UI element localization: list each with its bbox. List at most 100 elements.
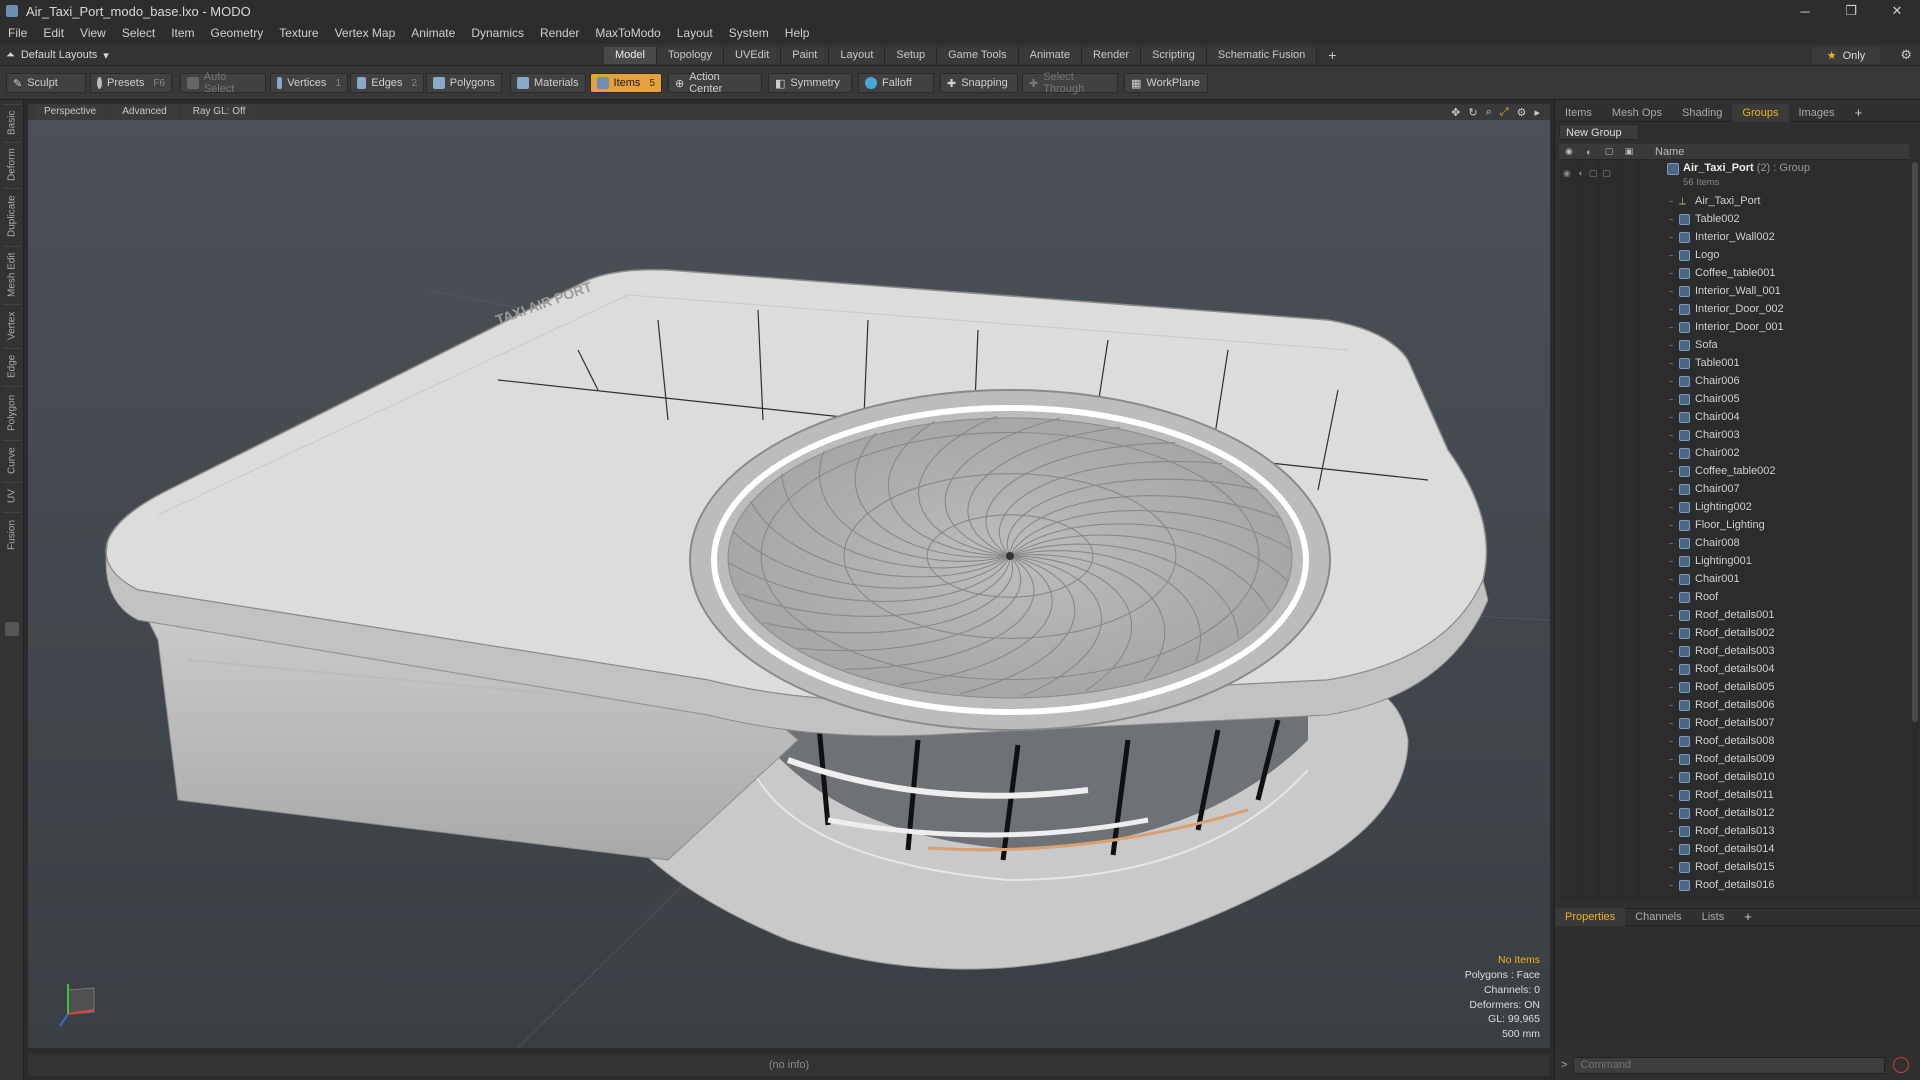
- symmetry-button[interactable]: ◧ Symmetry: [768, 73, 852, 93]
- list-item[interactable]: Roof_details010: [1559, 768, 1909, 786]
- list-item[interactable]: Roof_details001: [1559, 606, 1909, 624]
- rotate-view-icon[interactable]: ↻: [1468, 106, 1477, 119]
- add-tab-icon[interactable]: +: [1317, 47, 1347, 64]
- tab-channels[interactable]: Channels: [1625, 908, 1691, 926]
- list-item[interactable]: Interior_Door_002: [1559, 300, 1909, 318]
- scrollbar-thumb[interactable]: [1912, 162, 1918, 722]
- list-item[interactable]: Chair008: [1559, 534, 1909, 552]
- command-input[interactable]: [1573, 1056, 1886, 1074]
- auto-select-button[interactable]: Auto Select: [180, 71, 266, 95]
- maximize-view-icon[interactable]: ⤢: [1500, 106, 1509, 119]
- new-group-button[interactable]: New Group: [1559, 124, 1639, 140]
- list-item[interactable]: Roof: [1559, 588, 1909, 606]
- edges-button[interactable]: Edges 2: [350, 73, 424, 93]
- menu-system[interactable]: System: [721, 26, 777, 40]
- list-item[interactable]: Chair007: [1559, 480, 1909, 498]
- list-item[interactable]: Roof_details007: [1559, 714, 1909, 732]
- menu-select[interactable]: Select: [114, 26, 163, 40]
- list-item[interactable]: Interior_Wall002: [1559, 228, 1909, 246]
- layout-selector[interactable]: ⏶ Default Layouts ▾: [6, 47, 109, 63]
- list-item[interactable]: Roof_details012: [1559, 804, 1909, 822]
- raygl-button[interactable]: Ray GL: Off: [182, 105, 256, 119]
- tab-shading[interactable]: Shading: [1672, 104, 1732, 122]
- tab-layout[interactable]: Layout: [829, 47, 886, 64]
- list-item[interactable]: Roof_details009: [1559, 750, 1909, 768]
- list-item[interactable]: Roof_details013: [1559, 822, 1909, 840]
- tab-uvedit[interactable]: UVEdit: [724, 47, 782, 64]
- viewport-menu-arrow-icon[interactable]: ▸: [1534, 106, 1540, 119]
- vtab-deform[interactable]: Deform: [3, 142, 21, 186]
- list-item[interactable]: Roof_details006: [1559, 696, 1909, 714]
- list-item[interactable]: Lighting001: [1559, 552, 1909, 570]
- list-item[interactable]: Chair002: [1559, 444, 1909, 462]
- tab-render[interactable]: Render: [1081, 47, 1142, 64]
- list-item[interactable]: Chair005: [1559, 390, 1909, 408]
- list-item[interactable]: ⟂ Air_Taxi_Port: [1559, 192, 1909, 210]
- tab-topology[interactable]: Topology: [656, 47, 725, 64]
- list-item[interactable]: Coffee_table002: [1559, 462, 1909, 480]
- list-item[interactable]: Logo: [1559, 246, 1909, 264]
- tab-animate[interactable]: Animate: [1018, 47, 1082, 64]
- select-column-icon[interactable]: ▣: [1619, 146, 1639, 157]
- list-item[interactable]: Coffee_table001: [1559, 264, 1909, 282]
- zoom-view-icon[interactable]: ⌕: [1486, 106, 1492, 119]
- vtab-basic[interactable]: Basic: [3, 104, 21, 140]
- vtab-curve[interactable]: Curve: [3, 440, 21, 480]
- list-item[interactable]: Sofa: [1559, 336, 1909, 354]
- vtab-uv[interactable]: UV: [3, 482, 21, 510]
- list-item[interactable]: Roof_details015: [1559, 858, 1909, 876]
- layout-toggle-icon[interactable]: ⏶: [6, 49, 15, 62]
- add-tab-icon[interactable]: +: [1734, 908, 1762, 926]
- add-tab-icon[interactable]: +: [1845, 104, 1873, 122]
- items-button[interactable]: Items 5: [590, 73, 662, 93]
- viewport-gear-icon[interactable]: ⚙: [1517, 106, 1527, 119]
- tab-properties[interactable]: Properties: [1555, 908, 1626, 926]
- materials-button[interactable]: Materials: [510, 73, 586, 93]
- eye-column-icon[interactable]: ◉: [1559, 146, 1579, 157]
- vtab-duplicate[interactable]: Duplicate: [3, 188, 21, 244]
- list-item[interactable]: Roof_details014: [1559, 840, 1909, 858]
- menu-layout[interactable]: Layout: [669, 26, 721, 40]
- list-scrollbar[interactable]: [1911, 160, 1919, 901]
- gear-icon[interactable]: ⚙: [1900, 47, 1912, 63]
- list-item[interactable]: Table001: [1559, 354, 1909, 372]
- shading-mode-button[interactable]: Advanced: [112, 105, 177, 119]
- menu-dynamics[interactable]: Dynamics: [463, 26, 532, 40]
- tab-lists[interactable]: Lists: [1692, 908, 1735, 926]
- tab-items[interactable]: Items: [1555, 104, 1602, 122]
- name-column-header[interactable]: Name: [1655, 146, 1684, 158]
- list-item[interactable]: Roof_details008: [1559, 732, 1909, 750]
- group-row[interactable]: ◉ ◐ ▢ ▢ Air_Taxi_Port (2) : Group 56 Ite…: [1559, 160, 1909, 192]
- vertices-button[interactable]: Vertices 1: [270, 73, 348, 93]
- presets-button[interactable]: Presets F6: [90, 73, 172, 93]
- select-through-button[interactable]: ✚ Select Through: [1022, 71, 1118, 95]
- menu-file[interactable]: File: [0, 26, 35, 40]
- eye-icon[interactable]: ◉ ◐ ▢ ▢: [1563, 168, 1611, 179]
- 3d-viewport[interactable]: Perspective Advanced Ray GL: Off ✥ ↻ ⌕ ⤢…: [28, 104, 1550, 1048]
- tab-paint[interactable]: Paint: [781, 47, 830, 64]
- vtab-fusion[interactable]: Fusion: [3, 512, 21, 556]
- list-item[interactable]: Roof_details003: [1559, 642, 1909, 660]
- tab-game-tools[interactable]: Game Tools: [937, 47, 1019, 64]
- list-item[interactable]: Roof_details016: [1559, 876, 1909, 894]
- menu-edit[interactable]: Edit: [35, 26, 72, 40]
- menu-vertex-map[interactable]: Vertex Map: [327, 26, 404, 40]
- menu-render[interactable]: Render: [532, 26, 587, 40]
- list-item[interactable]: Roof_details002: [1559, 624, 1909, 642]
- command-clear-button[interactable]: [1893, 1057, 1910, 1073]
- menu-help[interactable]: Help: [777, 26, 818, 40]
- tab-setup[interactable]: Setup: [885, 47, 938, 64]
- menu-animate[interactable]: Animate: [403, 26, 463, 40]
- list-item[interactable]: Chair004: [1559, 408, 1909, 426]
- list-item[interactable]: Roof_details011: [1559, 786, 1909, 804]
- list-item[interactable]: Chair001: [1559, 570, 1909, 588]
- list-item[interactable]: Lighting002: [1559, 498, 1909, 516]
- menu-maxtomodo[interactable]: MaxToModo: [587, 26, 668, 40]
- polygons-button[interactable]: Polygons: [426, 73, 502, 93]
- vtab-vertex[interactable]: Vertex: [3, 304, 21, 346]
- vtab-mesh-edit[interactable]: Mesh Edit: [3, 246, 21, 302]
- tab-groups[interactable]: Groups: [1732, 103, 1789, 122]
- tab-schematic-fusion[interactable]: Schematic Fusion: [1206, 47, 1318, 64]
- vtab-polygon[interactable]: Polygon: [3, 386, 21, 438]
- snapping-button[interactable]: ✚ Snapping: [940, 73, 1018, 93]
